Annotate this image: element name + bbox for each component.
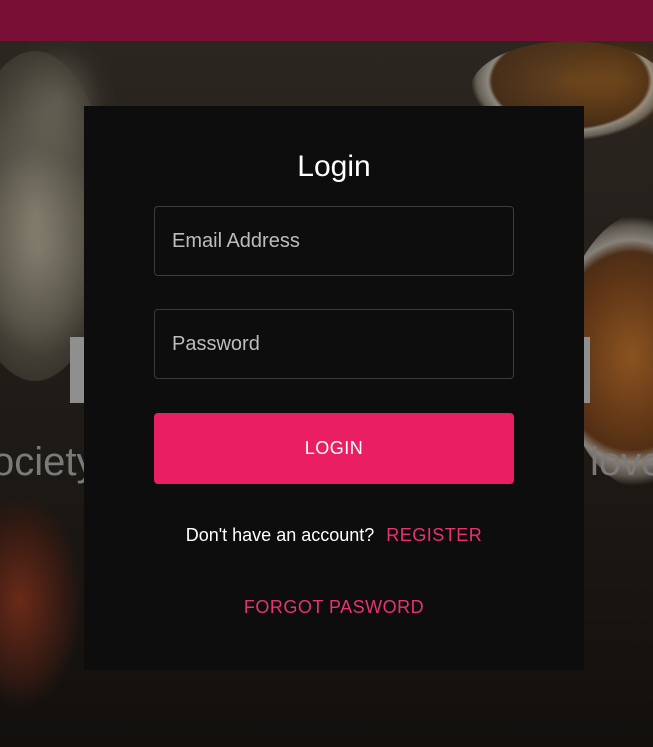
login-button[interactable]: LOGIN	[154, 413, 514, 484]
forgot-password-link[interactable]: FORGOT PASWORD	[84, 597, 584, 618]
email-input[interactable]	[155, 207, 513, 275]
hero-subtitle-right: love	[590, 440, 653, 484]
login-title: Login	[297, 150, 371, 183]
email-field-wrapper	[154, 206, 514, 276]
register-prompt: Don't have an account?	[185, 525, 375, 545]
password-field-wrapper	[154, 309, 514, 379]
top-nav-bar	[0, 0, 653, 41]
login-modal: Login LOGIN Don't have an account? REGIST…	[84, 106, 584, 670]
hero-subtitle-left: ociety	[0, 440, 97, 484]
register-row: Don't have an account? REGISTER	[84, 525, 584, 546]
register-link[interactable]: REGISTER	[386, 525, 482, 545]
password-input[interactable]	[155, 310, 513, 378]
